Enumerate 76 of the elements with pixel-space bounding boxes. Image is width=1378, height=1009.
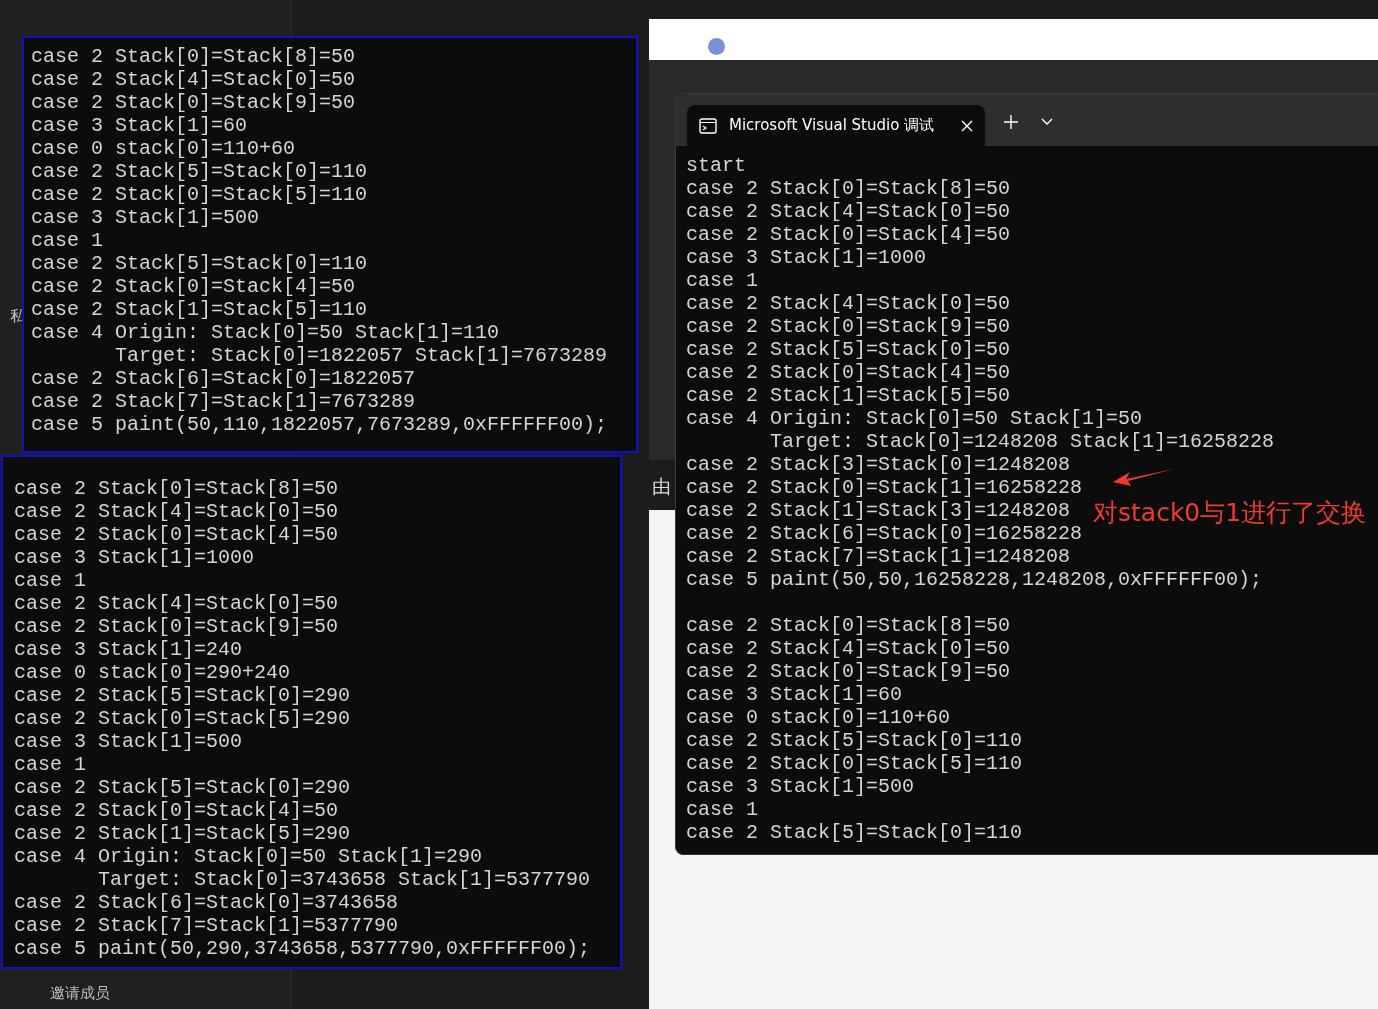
console-line: case 4 Origin: Stack[0]=50 Stack[1]=290 [14, 845, 483, 868]
console-line: case 2 Stack[7]=Stack[1]=7673289 [31, 390, 416, 413]
tab-title: Microsoft Visual Studio 调试 [729, 116, 936, 135]
console-line: case 3 Stack[1]=500 [31, 206, 260, 229]
console-line: case 1 [31, 229, 103, 252]
console-line: case 2 Stack[7]=Stack[1]=1248208 [686, 545, 1071, 568]
console-line: case 2 Stack[5]=Stack[0]=290 [14, 684, 351, 707]
console-line: case 2 Stack[0]=Stack[9]=50 [14, 615, 339, 638]
console-line: Target: Stack[0]=3743658 Stack[1]=5377790 [97, 868, 591, 891]
console-line: case 2 Stack[0]=Stack[5]=110 [31, 183, 368, 206]
sidebar-label: 邀请成员 [50, 984, 110, 1003]
console-line: case 2 Stack[5]=Stack[0]=110 [31, 252, 368, 275]
console-line: case 2 Stack[4]=Stack[0]=50 [686, 637, 1011, 660]
console-line: case 2 Stack[0]=Stack[8]=50 [14, 477, 339, 500]
console-line: case 2 Stack[0]=Stack[8]=50 [686, 614, 1011, 637]
console-line: case 2 Stack[4]=Stack[0]=50 [31, 68, 356, 91]
console-line: Target: Stack[0]=1822057 Stack[1]=7673289 [114, 344, 608, 367]
console-line: case 2 Stack[0]=Stack[9]=50 [686, 660, 1011, 683]
console-line: Target: Stack[0]=1248208 Stack[1]=16258228 [769, 430, 1275, 453]
console-line: case 5 paint(50,110,1822057,7673289,0xFFFFFF00); [31, 413, 608, 436]
console-line: case 2 Stack[6]=Stack[0]=3743658 [14, 891, 399, 914]
console-line: case 3 Stack[1]=1000 [14, 546, 255, 569]
console-line: case 2 Stack[4]=Stack[0]=50 [14, 592, 339, 615]
console-line: case 2 Stack[1]=Stack[5]=50 [686, 384, 1011, 407]
console-line: case 5 paint(50,50,16258228,1248208,0xFFFFFF00); [686, 568, 1263, 591]
console-line: case 0 stack[0]=290+240 [14, 661, 291, 684]
console-line: case 2 Stack[0]=Stack[4]=50 [14, 523, 339, 546]
console-line: case 2 Stack[4]=Stack[0]=50 [14, 500, 339, 523]
console-line: case 3 Stack[1]=1000 [686, 246, 927, 269]
console-line: case 3 Stack[1]=60 [686, 683, 903, 706]
console-line: case 2 Stack[0]=Stack[4]=50 [686, 361, 1011, 384]
console-line: case 2 Stack[6]=Stack[0]=16258228 [686, 522, 1083, 545]
console-line: case 3 Stack[1]=500 [686, 775, 915, 798]
side-label: 由 [652, 474, 671, 499]
console-line: case 2 Stack[0]=Stack[5]=110 [686, 752, 1023, 775]
console-line: case 2 Stack[5]=Stack[0]=290 [14, 776, 351, 799]
console-line: case 2 Stack[0]=Stack[4]=50 [31, 275, 356, 298]
console-line: case 3 Stack[1]=60 [31, 114, 248, 137]
console-line: case 2 Stack[0]=Stack[8]=50 [31, 45, 356, 68]
console-line: case 2 Stack[1]=Stack[5]=110 [31, 298, 368, 321]
console-line: case 2 Stack[5]=Stack[0]=110 [31, 160, 368, 183]
console-line: case 2 Stack[0]=Stack[4]=50 [686, 223, 1011, 246]
console-line: case 0 stack[0]=110+60 [31, 137, 296, 160]
console-line: case 2 Stack[5]=Stack[0]=110 [686, 729, 1023, 752]
console-line: case 2 Stack[1]=Stack[3]=1248208 [686, 499, 1071, 522]
close-icon[interactable] [961, 119, 973, 132]
console-line: case 4 Origin: Stack[0]=50 Stack[1]=50 [686, 407, 1143, 430]
console-line: case 2 Stack[0]=Stack[5]=290 [14, 707, 351, 730]
chevron-down-icon [1041, 118, 1053, 126]
console-line: case 2 Stack[6]=Stack[0]=1822057 [31, 367, 416, 390]
console-line: case 2 Stack[0]=Stack[8]=50 [686, 177, 1011, 200]
console-line: case 1 [14, 569, 86, 592]
console-line: case 3 Stack[1]=500 [14, 730, 243, 753]
terminal-tab[interactable]: Microsoft Visual Studio 调试 [687, 105, 985, 146]
console-line: case 2 Stack[0]=Stack[1]=16258228 [686, 476, 1083, 499]
console-line: case 1 [686, 269, 758, 292]
annotation-text: 对stack0与1进行了交换 [1093, 497, 1367, 529]
console-line: case 5 paint(50,290,3743658,5377790,0xFFFFFF00); [14, 937, 591, 960]
console-line: case 4 Origin: Stack[0]=50 Stack[1]=110 [31, 321, 500, 344]
console-line: case 2 Stack[7]=Stack[1]=5377790 [14, 914, 399, 937]
plus-icon [1004, 115, 1018, 129]
console-line: start [686, 154, 746, 177]
console-icon [699, 117, 717, 134]
console-line: case 2 Stack[1]=Stack[5]=290 [14, 822, 351, 845]
console-line: case 2 Stack[4]=Stack[0]=50 [686, 292, 1011, 315]
console-line: case 2 Stack[0]=Stack[4]=50 [14, 799, 339, 822]
console-line: case 1 [686, 798, 758, 821]
console-line: case 3 Stack[1]=240 [14, 638, 243, 661]
console-line: case 0 stack[0]=110+60 [686, 706, 951, 729]
console-line: case 2 Stack[0]=Stack[9]=50 [686, 315, 1011, 338]
console-line: case 2 Stack[0]=Stack[9]=50 [31, 91, 356, 114]
console-line: case 1 [14, 753, 86, 776]
console-line: case 2 Stack[5]=Stack[0]=50 [686, 338, 1011, 361]
console-line: case 2 Stack[5]=Stack[0]=110 [686, 821, 1023, 844]
console-line: case 2 Stack[4]=Stack[0]=50 [686, 200, 1011, 223]
console-line: case 2 Stack[3]=Stack[0]=1248208 [686, 453, 1071, 476]
